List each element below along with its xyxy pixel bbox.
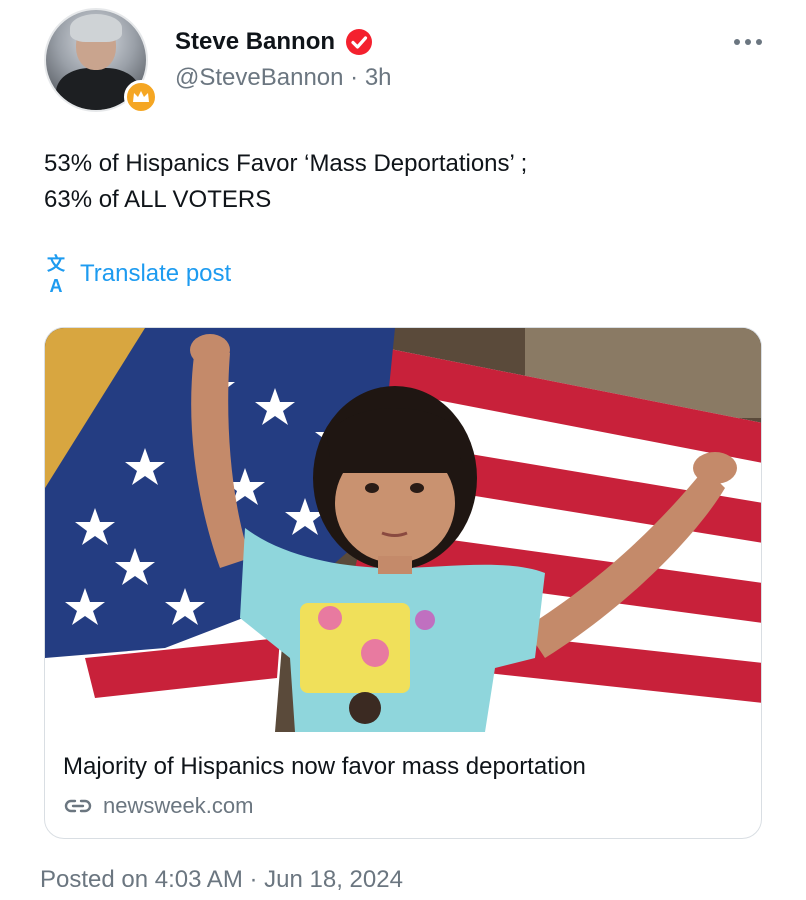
- meta-separator: ·: [350, 64, 359, 91]
- post-line-2: 63% of ALL VOTERS: [44, 186, 272, 213]
- link-preview-image[interactable]: [45, 328, 761, 732]
- post-header: Steve Bannon @SteveBannon · 3h: [0, 0, 806, 120]
- link-icon: [64, 799, 92, 813]
- link-title: Majority of Hispanics now favor mass dep…: [63, 753, 586, 780]
- link-source: newsweek.com: [63, 793, 253, 819]
- translate-label: Translate post: [80, 259, 232, 287]
- author-display-name[interactable]: Steve Bannon: [175, 28, 335, 56]
- translate-post-button[interactable]: 文A Translate post: [44, 250, 231, 297]
- author-name-row[interactable]: Steve Bannon: [175, 28, 373, 56]
- post-body: 53% of Hispanics Favor ‘Mass Deportation…: [44, 146, 764, 218]
- more-horizontal-icon: [734, 39, 740, 45]
- crown-badge-icon: [124, 80, 158, 114]
- translate-icon: 文A: [47, 254, 65, 296]
- link-domain: newsweek.com: [103, 793, 254, 818]
- post-age: 3h: [364, 64, 392, 91]
- post-line-1: 53% of Hispanics Favor ‘Mass Deportation…: [44, 150, 528, 177]
- author-handle-row: @SteveBannon · 3h: [175, 64, 392, 92]
- posted-timestamp: Posted on 4:03 AM · Jun 18, 2024: [40, 866, 403, 893]
- author-handle[interactable]: @SteveBannon: [175, 64, 343, 91]
- more-options-button[interactable]: [728, 30, 768, 54]
- author-avatar[interactable]: [44, 8, 158, 116]
- verified-check-icon: [346, 29, 373, 55]
- link-preview-card[interactable]: Majority of Hispanics now favor mass dep…: [44, 327, 762, 839]
